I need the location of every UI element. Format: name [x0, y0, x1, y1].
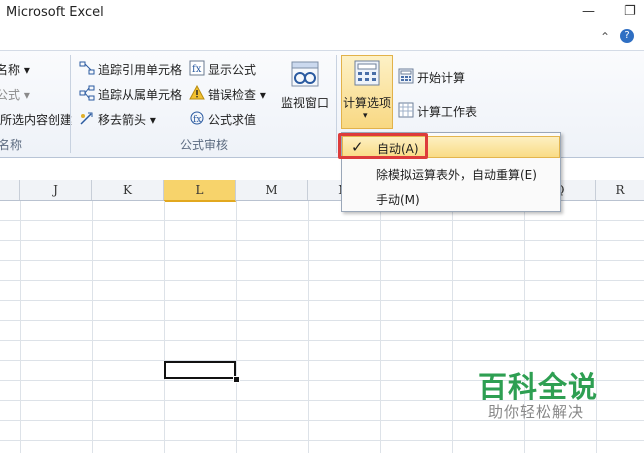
help-icon[interactable]: ?: [620, 29, 634, 43]
error-checking-button[interactable]: 错误检查 ▾: [189, 85, 266, 104]
trace-dependents-icon: [79, 85, 95, 101]
collapse-ribbon-icon[interactable]: ⌃: [600, 30, 610, 44]
svg-text:fx: fx: [193, 115, 201, 125]
evaluate-formula-button[interactable]: fx 公式求值: [189, 110, 256, 129]
create-from-selection-button[interactable]: 据所选内容创建: [0, 111, 72, 128]
error-checking-icon: [189, 85, 205, 100]
fill-handle[interactable]: [233, 376, 240, 383]
column-header-m[interactable]: M: [236, 180, 308, 200]
app-title: Microsoft Excel: [6, 5, 104, 20]
calculate-sheet-button[interactable]: 计算工作表: [398, 102, 477, 121]
restore-icon[interactable]: ❐: [624, 4, 636, 19]
watermark-subtitle: 助你轻松解决: [488, 403, 585, 421]
names-group-label: 名称: [0, 138, 23, 152]
chevron-down-icon: ▾: [363, 111, 368, 121]
formula-auditing-group-label: 公式审核: [180, 138, 229, 152]
evaluate-formula-icon: fx: [190, 111, 204, 125]
title-bar: Microsoft Excel — ❐: [0, 0, 644, 26]
remove-arrows-button[interactable]: 移去箭头 ▾: [79, 110, 156, 129]
group-separator: [336, 55, 337, 153]
show-formulas-icon: fx: [189, 60, 205, 76]
column-header[interactable]: [0, 180, 20, 200]
watermark-title: 百科全说: [478, 370, 599, 404]
calc-sheet-icon: [398, 102, 414, 118]
column-header-j[interactable]: J: [20, 180, 92, 200]
column-header-l[interactable]: L: [164, 180, 236, 202]
calculate-now-button[interactable]: 开始计算: [398, 68, 465, 87]
calc-options-button[interactable]: 计算选项 ▾: [341, 55, 393, 129]
menu-item-manual[interactable]: 手动(M): [342, 187, 560, 209]
use-in-formula-button[interactable]: 公式 ▾: [0, 86, 30, 103]
trace-precedents-button[interactable]: 追踪引用单元格: [79, 60, 182, 79]
minimize-icon[interactable]: —: [582, 4, 595, 19]
trace-precedents-icon: [79, 61, 95, 75]
highlight-box: [338, 133, 428, 159]
show-formulas-button[interactable]: fx 显示公式: [189, 60, 256, 79]
name-manager-button[interactable]: 名称 ▾: [0, 61, 30, 78]
watch-window-icon: [291, 61, 319, 87]
column-header-r[interactable]: R: [596, 180, 644, 200]
calculator-icon: [398, 68, 414, 84]
watch-window-button[interactable]: 监视窗口: [281, 58, 331, 118]
menu-item-auto-except-tables[interactable]: 除模拟运算表外，自动重算(E): [342, 162, 560, 184]
remove-arrows-icon: [80, 112, 93, 125]
group-separator: [70, 55, 71, 153]
active-cell[interactable]: [164, 361, 236, 379]
calculator-icon: [354, 60, 380, 86]
column-header-k[interactable]: K: [92, 180, 164, 200]
trace-dependents-button[interactable]: 追踪从属单元格: [79, 85, 182, 104]
svg-text:fx: fx: [192, 64, 202, 75]
